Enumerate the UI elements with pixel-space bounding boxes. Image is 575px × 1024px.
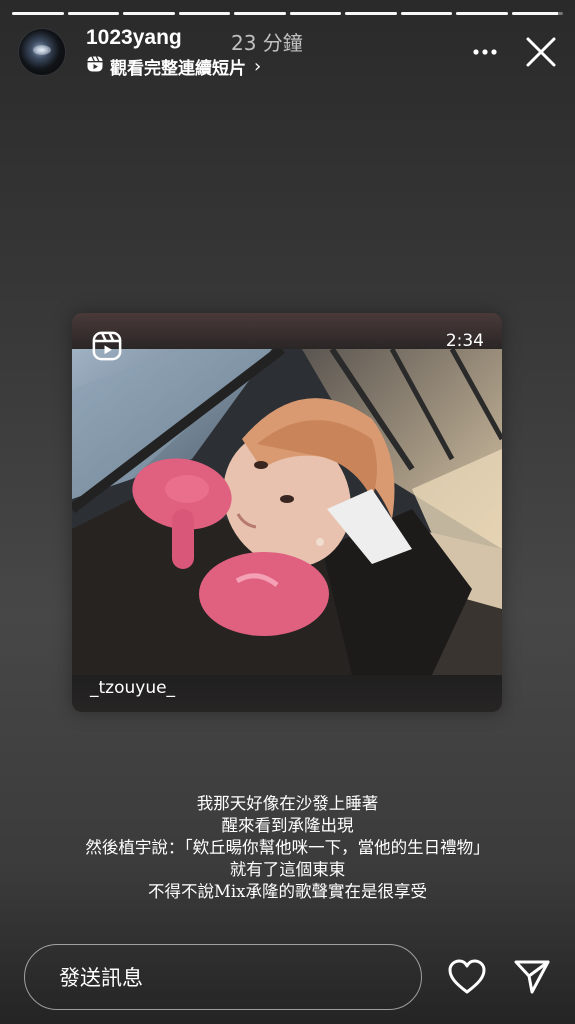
username[interactable]: 1023yang: [86, 26, 182, 50]
card-top-bar: [72, 313, 502, 349]
shared-reel-card[interactable]: 2:34 _tzouyue_: [72, 313, 502, 712]
reels-icon: [92, 331, 122, 366]
message-placeholder: 發送訊息: [59, 966, 143, 990]
close-button[interactable]: [521, 32, 561, 72]
progress-segment: [511, 12, 563, 15]
share-button[interactable]: [512, 956, 552, 996]
progress-segment: [345, 12, 397, 15]
caption-line: 我那天好像在沙發上睡著: [196, 794, 379, 813]
reel-duration: 2:34: [445, 331, 484, 351]
caption-line: 然後植宇說：「欸丘暘你幫他咪一下，當他的生日禮物」: [85, 838, 490, 857]
progress-segment: [12, 12, 64, 15]
time-ago: 23 分鐘: [231, 31, 303, 55]
watch-full-reel-label: 觀看完整連續短片: [110, 59, 246, 79]
caption-line: 就有了這個東東: [229, 860, 346, 879]
reels-small-icon: [86, 55, 104, 78]
caption-line: 不得不說Mix承隆的歌聲實在是很享受: [148, 882, 427, 901]
avatar[interactable]: [18, 28, 66, 76]
progress-segment: [178, 12, 230, 15]
like-button[interactable]: [447, 957, 487, 997]
progress-segment: [234, 12, 286, 15]
story-progress: [12, 12, 563, 15]
story-caption: 我那天好像在沙發上睡著 醒來看到承隆出現 然後植宇說：「欸丘暘你幫他咪一下，當他…: [0, 793, 575, 903]
chevron-right-icon: ›: [254, 56, 262, 77]
reel-thumbnail: [72, 349, 502, 675]
progress-segment: [289, 12, 341, 15]
watch-full-reel-link[interactable]: 觀看完整連續短片 ›: [86, 54, 261, 79]
send-icon: [514, 960, 550, 994]
story-header: 1023yang 23 分鐘 觀看完整連續短片 ›: [18, 26, 561, 79]
more-options-button[interactable]: [467, 34, 503, 70]
progress-segment: [456, 12, 508, 15]
progress-segment: [123, 12, 175, 15]
caption-line: 醒來看到承隆出現: [221, 816, 354, 835]
more-horizontal-icon: [473, 49, 497, 55]
progress-segment: [400, 12, 452, 15]
reel-author-handle: _tzouyue_: [90, 678, 176, 698]
heart-icon: [448, 959, 486, 994]
progress-segment: [67, 12, 119, 15]
reel-thumbnail-image: [72, 349, 502, 675]
send-message-input[interactable]: 發送訊息: [24, 944, 422, 1010]
close-icon: [526, 37, 556, 67]
